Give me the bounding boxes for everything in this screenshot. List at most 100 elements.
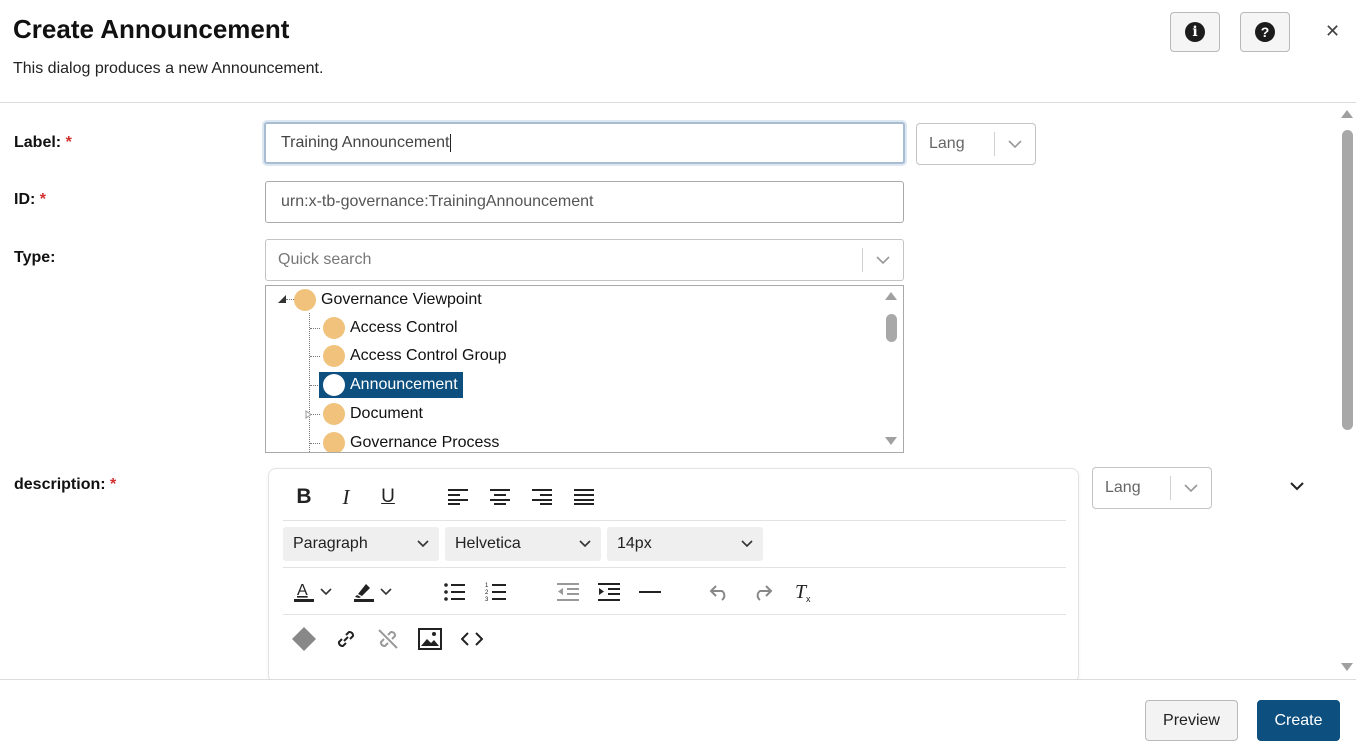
help-icon: ? <box>1255 22 1275 42</box>
type-field-label: Type: <box>14 249 55 267</box>
label-field-text: Label: <box>14 134 62 151</box>
label-lang-value: Lang <box>929 135 965 152</box>
highlight-dropdown-icon[interactable] <box>379 577 393 607</box>
tree-connector <box>310 443 320 444</box>
tree-node-access-control[interactable]: Access Control <box>323 315 458 341</box>
class-icon <box>323 374 345 396</box>
align-left-icon[interactable] <box>443 482 473 512</box>
tree-node-document[interactable]: Document <box>323 401 423 427</box>
text-color-dropdown-icon[interactable] <box>319 577 333 607</box>
tree-node-label: Access Control Group <box>350 347 507 364</box>
class-icon <box>323 432 345 452</box>
scroll-down-icon[interactable] <box>884 436 898 446</box>
font-size-value: 14px <box>617 535 652 552</box>
chevron-down-icon <box>1171 483 1211 493</box>
expand-field-icon[interactable] <box>1289 478 1305 496</box>
class-icon <box>323 345 345 367</box>
tree-node-label: Access Control <box>350 319 458 336</box>
highlight-color-icon[interactable] <box>349 577 379 607</box>
chevron-down-icon <box>741 540 753 548</box>
tree-node-label: Announcement <box>350 376 458 393</box>
description-field-text: description: <box>14 476 106 493</box>
block-format-value: Paragraph <box>293 535 368 552</box>
tree-node-announcement[interactable]: Announcement <box>319 372 463 398</box>
id-input[interactable]: urn:x-tb-governance:TrainingAnnouncement <box>265 181 904 223</box>
id-input-value: urn:x-tb-governance:TrainingAnnouncement <box>281 193 594 210</box>
underline-icon[interactable]: U <box>373 482 403 512</box>
scroll-up-icon[interactable] <box>1340 109 1354 119</box>
type-search-placeholder: Quick search <box>278 251 372 268</box>
tree-scroll-thumb[interactable] <box>886 314 897 342</box>
italic-icon[interactable]: I <box>331 482 361 512</box>
description-field-label: description: * <box>14 476 116 494</box>
id-field-label: ID: * <box>14 191 46 209</box>
info-button[interactable]: i <box>1170 12 1220 52</box>
outdent-icon[interactable] <box>553 577 583 607</box>
main-scrollbar[interactable] <box>1338 103 1356 679</box>
help-button[interactable]: ? <box>1240 12 1290 52</box>
type-field-text: Type: <box>14 249 56 266</box>
id-field-text: ID: <box>14 191 36 208</box>
svg-text:2: 2 <box>485 590 489 596</box>
dialog-header: Create Announcement This dialog produces… <box>0 0 1356 103</box>
unlink-icon[interactable] <box>373 624 403 654</box>
chevron-down-icon <box>863 255 903 265</box>
link-icon[interactable] <box>331 624 361 654</box>
info-icon: i <box>1185 22 1205 42</box>
redo-icon[interactable] <box>747 577 777 607</box>
type-tree[interactable]: Governance Viewpoint Access Control Acce… <box>265 285 904 453</box>
text-caret <box>450 134 452 152</box>
font-family-select[interactable]: Helvetica <box>445 527 601 561</box>
tree-node-access-control-group[interactable]: Access Control Group <box>323 343 507 369</box>
align-right-icon[interactable] <box>527 482 557 512</box>
undo-icon[interactable] <box>705 577 735 607</box>
scroll-down-icon[interactable] <box>1340 662 1354 672</box>
dialog-body: Label: * Training Announcement Lang ID: … <box>0 103 1356 679</box>
description-lang-select[interactable]: Lang <box>1092 467 1212 509</box>
label-input[interactable]: Training Announcement <box>264 122 905 164</box>
anchor-icon[interactable] <box>289 624 319 654</box>
bullet-list-icon[interactable] <box>440 577 470 607</box>
class-icon <box>323 403 345 425</box>
main-scroll-thumb[interactable] <box>1342 130 1353 430</box>
dialog-title: Create Announcement <box>13 14 290 44</box>
tree-node-label: Document <box>350 405 423 422</box>
chevron-down-icon <box>417 540 429 548</box>
indent-icon[interactable] <box>594 577 624 607</box>
dialog-footer: Preview Create <box>0 679 1356 752</box>
tree-scrollbar[interactable] <box>879 286 903 452</box>
close-icon[interactable]: ✕ <box>1325 21 1340 42</box>
chevron-down-icon <box>579 540 591 548</box>
tree-collapsed-icon[interactable] <box>305 410 312 419</box>
clear-formatting-icon[interactable]: Tx <box>789 577 819 607</box>
create-button[interactable]: Create <box>1257 700 1340 741</box>
class-icon <box>294 289 316 311</box>
horizontal-rule-icon[interactable] <box>635 577 665 607</box>
tree-node-governance-process[interactable]: Governance Process <box>323 430 499 452</box>
numbered-list-icon[interactable]: 123 <box>481 577 511 607</box>
block-format-select[interactable]: Paragraph <box>283 527 439 561</box>
align-center-icon[interactable] <box>485 482 515 512</box>
preview-button[interactable]: Preview <box>1145 700 1238 741</box>
font-size-select[interactable]: 14px <box>607 527 763 561</box>
svg-text:x: x <box>806 594 811 603</box>
required-mark: * <box>39 191 47 208</box>
rich-text-editor[interactable]: B I U Paragraph Helvetica 14px A 1 2 3 T… <box>268 468 1079 679</box>
svg-text:1: 1 <box>485 583 489 589</box>
bold-icon[interactable]: B <box>289 482 319 512</box>
required-mark: * <box>110 476 117 493</box>
font-family-value: Helvetica <box>455 535 521 552</box>
image-icon[interactable] <box>415 624 445 654</box>
text-color-icon[interactable]: A <box>289 577 319 607</box>
tree-node-root[interactable]: Governance Viewpoint <box>294 287 482 313</box>
label-input-value: Training Announcement <box>281 134 450 151</box>
source-code-icon[interactable] <box>457 624 487 654</box>
type-search-select[interactable]: Quick search <box>265 239 904 281</box>
svg-text:3: 3 <box>485 597 489 602</box>
scroll-up-icon[interactable] <box>884 291 898 301</box>
align-justify-icon[interactable] <box>569 482 599 512</box>
editor-toolbar-row <box>283 615 1066 661</box>
tree-connector <box>310 356 320 357</box>
label-lang-select[interactable]: Lang <box>916 123 1036 165</box>
required-mark: * <box>65 134 72 151</box>
